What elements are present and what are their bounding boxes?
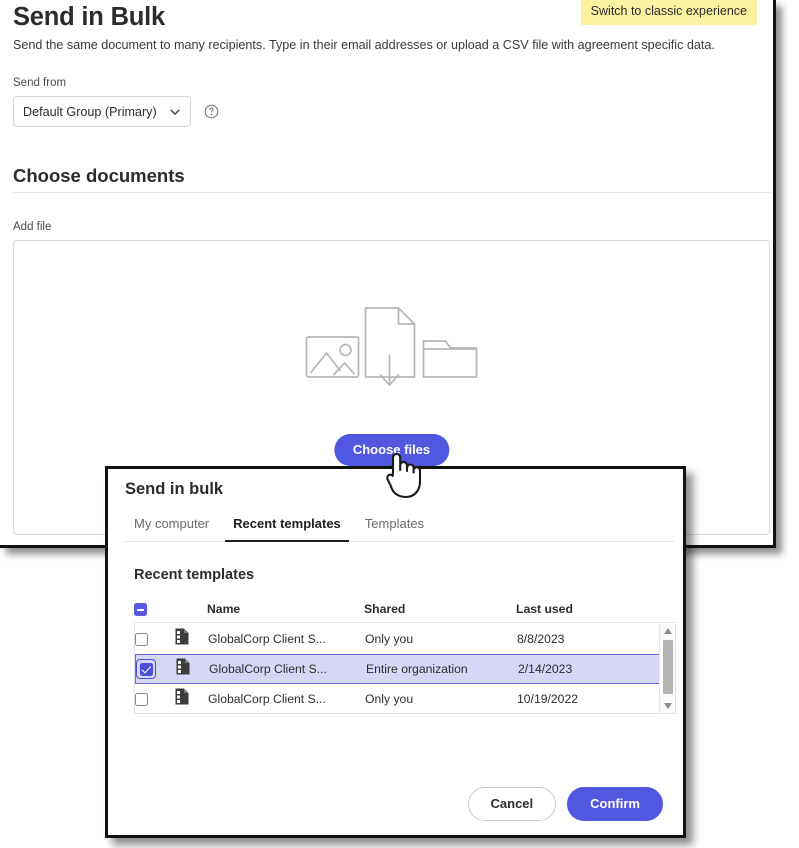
row-file-icon-cell: [176, 658, 209, 680]
page-subtitle: Send the same document to many recipient…: [13, 38, 715, 52]
templates-scrollbar[interactable]: [659, 624, 675, 713]
row-checkbox-cell[interactable]: [135, 632, 175, 646]
image-icon: [305, 336, 359, 378]
templates-table-body: GlobalCorp Client S... Only you 8/8/2023: [134, 624, 676, 714]
chevron-down-icon: [170, 109, 180, 115]
send-from-select[interactable]: Default Group (Primary): [13, 96, 191, 127]
templates-rows: GlobalCorp Client S... Only you 8/8/2023: [135, 624, 660, 713]
row-last-used: 8/8/2023: [517, 632, 565, 646]
document-icon: [175, 628, 189, 645]
document-icon: [175, 688, 189, 705]
confirm-button[interactable]: Confirm: [567, 787, 663, 821]
row-checkbox-cell[interactable]: [136, 659, 176, 679]
table-row[interactable]: GlobalCorp Client S... Only you 10/19/20…: [135, 684, 660, 714]
row-name: GlobalCorp Client S...: [209, 662, 327, 676]
document-icon: [176, 658, 190, 675]
row-file-icon-cell: [175, 628, 208, 650]
row-name: GlobalCorp Client S...: [208, 692, 326, 706]
column-header-shared[interactable]: Shared: [364, 602, 516, 616]
select-all-checkbox-cell[interactable]: [134, 602, 174, 616]
row-file-icon-cell: [175, 688, 208, 710]
row-last-used: 2/14/2023: [518, 662, 573, 676]
page-title: Send in Bulk: [13, 3, 166, 31]
row-shared: Only you: [365, 632, 414, 646]
folder-icon: [422, 340, 477, 378]
row-shared: Only you: [365, 692, 414, 706]
scroll-down-arrow-icon[interactable]: [660, 699, 676, 713]
row-checkbox[interactable]: [139, 662, 153, 676]
section-divider: [13, 192, 771, 193]
screen-root: Switch to classic experience Send in Bul…: [0, 0, 799, 848]
table-header-row: Name Shared Last used: [134, 596, 676, 623]
row-checkbox-cell[interactable]: [135, 692, 175, 706]
document-download-icon: [364, 307, 415, 386]
row-shared: Entire organization: [366, 662, 468, 676]
row-name: GlobalCorp Client S...: [208, 632, 326, 646]
scroll-up-arrow-icon[interactable]: [660, 624, 676, 638]
tab-templates[interactable]: Templates: [353, 512, 436, 541]
add-file-label: Add file: [13, 221, 52, 233]
upload-illustration: [305, 307, 477, 386]
row-checkbox[interactable]: [135, 632, 148, 646]
modal-tabs: My computer Recent templates Templates: [122, 512, 674, 542]
column-header-name[interactable]: Name: [207, 602, 364, 616]
send-from-value: Default Group (Primary): [23, 104, 157, 119]
send-in-bulk-modal: Send in bulk My computer Recent template…: [105, 466, 686, 838]
row-last-used: 10/19/2022: [517, 692, 578, 706]
table-row[interactable]: GlobalCorp Client S... Only you 8/8/2023: [135, 624, 660, 654]
modal-title: Send in bulk: [125, 480, 224, 498]
choose-files-button[interactable]: Choose files: [333, 434, 450, 466]
list-heading: Recent templates: [134, 567, 255, 583]
tab-my-computer[interactable]: My computer: [122, 512, 221, 541]
section-title-choose-documents: Choose documents: [13, 165, 185, 186]
help-circle-icon[interactable]: [204, 104, 219, 119]
modal-footer: Cancel Confirm: [108, 787, 683, 821]
row-checkbox-focus-ring: [136, 659, 156, 679]
table-row[interactable]: GlobalCorp Client S... Entire organizati…: [135, 654, 660, 684]
switch-to-classic-banner[interactable]: Switch to classic experience: [580, 0, 757, 25]
send-from-label: Send from: [13, 77, 67, 89]
switch-to-classic-label: Switch to classic experience: [590, 4, 747, 18]
row-checkbox[interactable]: [135, 692, 148, 706]
cancel-button[interactable]: Cancel: [467, 787, 557, 821]
column-header-last-used[interactable]: Last used: [516, 602, 646, 616]
tab-recent-templates[interactable]: Recent templates: [221, 512, 353, 542]
select-all-checkbox[interactable]: [134, 602, 147, 616]
scrollbar-thumb[interactable]: [663, 640, 673, 694]
